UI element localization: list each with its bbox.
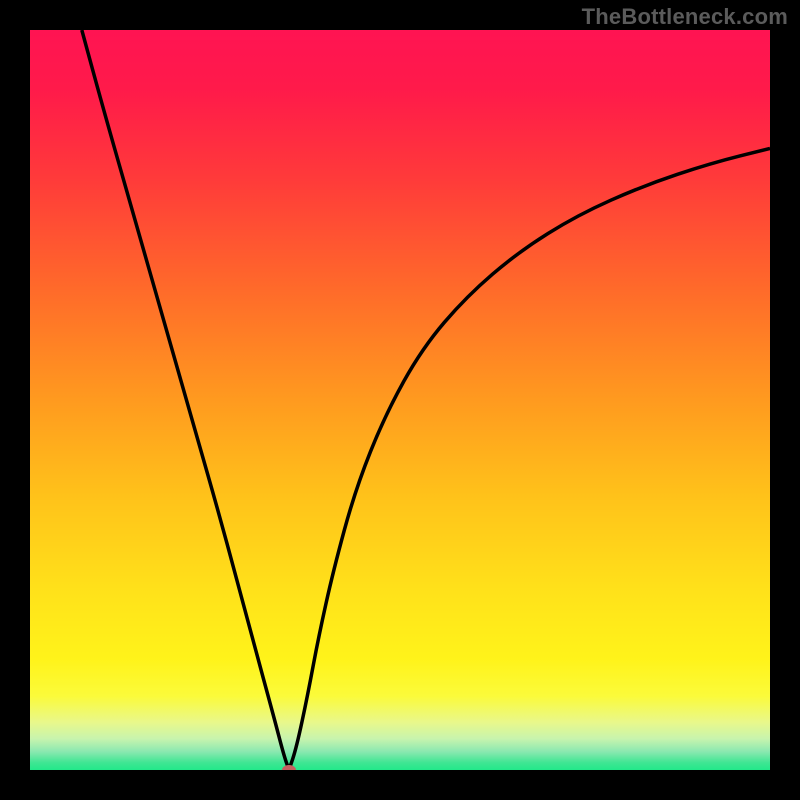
- bottleneck-curve: [30, 30, 770, 770]
- optimal-point-marker: [282, 765, 296, 770]
- curve-right-branch: [289, 148, 770, 770]
- plot-area: [30, 30, 770, 770]
- curve-left-branch: [82, 30, 289, 770]
- chart-frame: TheBottleneck.com: [0, 0, 800, 800]
- watermark: TheBottleneck.com: [582, 4, 788, 30]
